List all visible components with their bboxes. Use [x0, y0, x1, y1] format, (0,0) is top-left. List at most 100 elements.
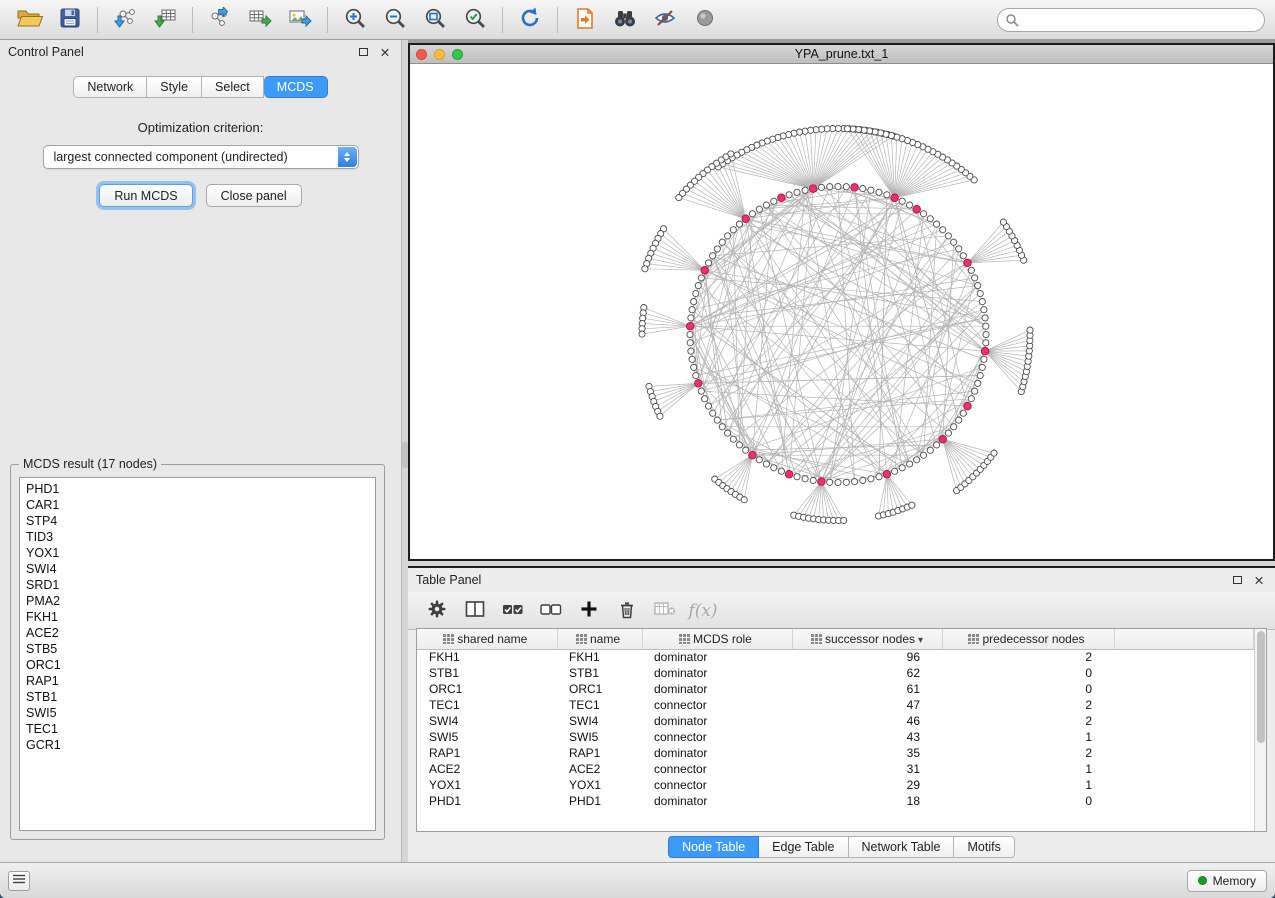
open-file-button[interactable]: [10, 4, 50, 36]
export-network-button[interactable]: [200, 4, 240, 36]
cell-shared-name[interactable]: FKH1: [417, 649, 557, 665]
cell-predecessor-nodes[interactable]: 2: [942, 713, 1114, 729]
tab-select[interactable]: Select: [202, 76, 264, 98]
select-all-button[interactable]: [496, 596, 530, 626]
export-web-button[interactable]: [565, 4, 605, 36]
column-header-successor-nodes[interactable]: successor nodes▾: [792, 629, 942, 649]
close-panel-button[interactable]: Close panel: [206, 184, 302, 207]
tab-network[interactable]: Network: [73, 76, 147, 98]
table-row[interactable]: SWI5SWI5connector431: [417, 729, 1254, 745]
mcds-result-item[interactable]: PHD1: [26, 481, 375, 497]
cell-predecessor-nodes[interactable]: 2: [942, 745, 1114, 761]
close-panel-icon[interactable]: ✕: [1251, 572, 1267, 588]
mcds-result-item[interactable]: TID3: [26, 529, 375, 545]
table-row[interactable]: ACE2ACE2connector311: [417, 761, 1254, 777]
cell-shared-name[interactable]: RAP1: [417, 745, 557, 761]
mcds-result-item[interactable]: GCR1: [26, 737, 375, 753]
optimization-dropdown[interactable]: largest connected component (undirected): [43, 145, 359, 169]
delete-column-button[interactable]: [610, 596, 644, 626]
cell-name[interactable]: ORC1: [557, 681, 642, 697]
table-row[interactable]: FKH1FKH1dominator962: [417, 649, 1254, 665]
mcds-result-item[interactable]: TEC1: [26, 721, 375, 737]
column-header-shared-name[interactable]: shared name: [417, 629, 557, 649]
mcds-result-item[interactable]: STB5: [26, 641, 375, 657]
mcds-result-item[interactable]: STB1: [26, 689, 375, 705]
table-row[interactable]: RAP1RAP1dominator352: [417, 745, 1254, 761]
tab-edge-table[interactable]: Edge Table: [759, 836, 848, 858]
mcds-result-item[interactable]: CAR1: [26, 497, 375, 513]
cell-predecessor-nodes[interactable]: 1: [942, 777, 1114, 793]
zoom-out-button[interactable]: [375, 4, 415, 36]
mcds-result-item[interactable]: ORC1: [26, 657, 375, 673]
mcds-result-item[interactable]: RAP1: [26, 673, 375, 689]
cell-shared-name[interactable]: SWI5: [417, 729, 557, 745]
cell-mcds-role[interactable]: connector: [642, 761, 792, 777]
save-session-button[interactable]: [50, 4, 90, 36]
table-settings-button[interactable]: [420, 596, 454, 626]
cell-shared-name[interactable]: ACE2: [417, 761, 557, 777]
cell-successor-nodes[interactable]: 96: [792, 649, 942, 665]
mcds-result-item[interactable]: FKH1: [26, 609, 375, 625]
cell-predecessor-nodes[interactable]: 2: [942, 649, 1114, 665]
tab-network-table[interactable]: Network Table: [849, 836, 955, 858]
table-row[interactable]: TEC1TEC1connector472: [417, 697, 1254, 713]
tab-motifs[interactable]: Motifs: [954, 836, 1014, 858]
tab-style[interactable]: Style: [147, 76, 202, 98]
mcds-result-item[interactable]: PMA2: [26, 593, 375, 609]
table-row[interactable]: SWI4SWI4dominator462: [417, 713, 1254, 729]
cell-name[interactable]: SWI4: [557, 713, 642, 729]
cell-successor-nodes[interactable]: 61: [792, 681, 942, 697]
search-input[interactable]: [997, 8, 1265, 32]
mcds-result-item[interactable]: SRD1: [26, 577, 375, 593]
cell-name[interactable]: TEC1: [557, 697, 642, 713]
zoom-selected-button[interactable]: [455, 4, 495, 36]
scrollbar-thumb[interactable]: [1257, 631, 1265, 743]
mcds-result-item[interactable]: SWI4: [26, 561, 375, 577]
cell-mcds-role[interactable]: connector: [642, 729, 792, 745]
cell-successor-nodes[interactable]: 18: [792, 793, 942, 809]
float-panel-icon[interactable]: [1229, 572, 1245, 588]
cell-name[interactable]: RAP1: [557, 745, 642, 761]
cell-successor-nodes[interactable]: 35: [792, 745, 942, 761]
cell-predecessor-nodes[interactable]: 0: [942, 665, 1114, 681]
column-header-name[interactable]: name: [557, 629, 642, 649]
import-network-button[interactable]: [105, 4, 145, 36]
tab-mcds[interactable]: MCDS: [264, 76, 328, 98]
birdseye-button[interactable]: [685, 4, 725, 36]
zoom-in-button[interactable]: [335, 4, 375, 36]
unselect-all-button[interactable]: [534, 596, 568, 626]
cell-predecessor-nodes[interactable]: 0: [942, 681, 1114, 697]
float-panel-icon[interactable]: [355, 44, 371, 60]
cell-successor-nodes[interactable]: 47: [792, 697, 942, 713]
cell-successor-nodes[interactable]: 31: [792, 761, 942, 777]
mcds-result-item[interactable]: SWI5: [26, 705, 375, 721]
cell-predecessor-nodes[interactable]: 1: [942, 761, 1114, 777]
cell-name[interactable]: SWI5: [557, 729, 642, 745]
cell-mcds-role[interactable]: connector: [642, 777, 792, 793]
cell-name[interactable]: FKH1: [557, 649, 642, 665]
table-row[interactable]: ORC1ORC1dominator610: [417, 681, 1254, 697]
hide-details-button[interactable]: [645, 4, 685, 36]
cell-predecessor-nodes[interactable]: 0: [942, 793, 1114, 809]
mcds-result-item[interactable]: ACE2: [26, 625, 375, 641]
cell-name[interactable]: YOX1: [557, 777, 642, 793]
cell-mcds-role[interactable]: dominator: [642, 713, 792, 729]
add-column-button[interactable]: [572, 596, 606, 626]
table-row[interactable]: STB1STB1dominator620: [417, 665, 1254, 681]
cell-shared-name[interactable]: SWI4: [417, 713, 557, 729]
apply-layout-button[interactable]: [510, 4, 550, 36]
cell-mcds-role[interactable]: dominator: [642, 793, 792, 809]
cell-shared-name[interactable]: TEC1: [417, 697, 557, 713]
cell-mcds-role[interactable]: dominator: [642, 745, 792, 761]
column-header-predecessor-nodes[interactable]: predecessor nodes: [942, 629, 1114, 649]
tab-node-table[interactable]: Node Table: [668, 836, 759, 858]
cell-mcds-role[interactable]: dominator: [642, 649, 792, 665]
cell-successor-nodes[interactable]: 46: [792, 713, 942, 729]
import-table-button[interactable]: [145, 4, 185, 36]
cell-shared-name[interactable]: YOX1: [417, 777, 557, 793]
cell-name[interactable]: PHD1: [557, 793, 642, 809]
cell-mcds-role[interactable]: connector: [642, 697, 792, 713]
cell-mcds-role[interactable]: dominator: [642, 681, 792, 697]
cell-shared-name[interactable]: PHD1: [417, 793, 557, 809]
column-header-mcds-role[interactable]: MCDS role: [642, 629, 792, 649]
